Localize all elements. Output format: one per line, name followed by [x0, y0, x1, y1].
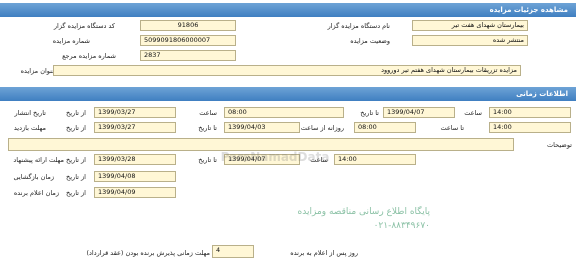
auction-number-label: شماره مزایده	[52, 37, 90, 45]
winner-date-field: 1399/04/09	[94, 187, 176, 198]
offer-from-label: از تاریخ	[66, 156, 86, 164]
offer-to-time-field: 14:00	[334, 154, 416, 165]
opening-date-label: از تاریخ	[66, 173, 86, 181]
visit-until-time-field: 14:00	[489, 122, 571, 133]
visit-to-date-field: 1399/04/03	[224, 122, 300, 133]
watermark-line1: پایگاه اطلاع رسانی مناقصه ومزایده	[297, 207, 430, 217]
notes-label: توضیحات	[547, 141, 572, 149]
publish-to-time-label: ساعت	[464, 109, 482, 117]
reference-number-label: شماره مزایده مرجع	[62, 52, 116, 60]
offer-deadline-label: مهلت ارائه پیشنهاد	[13, 156, 64, 164]
publish-to-time-field: 14:00	[489, 107, 571, 118]
publish-time-label: ساعت	[199, 109, 217, 117]
visit-to-label: تا تاریخ	[198, 124, 217, 132]
subject-label: عنوان مزایده	[20, 67, 56, 75]
visit-label: مهلت بازدید	[13, 124, 46, 132]
status-label: وضعیت مزایده	[350, 37, 390, 45]
publish-from-date-field: 1399/03/27	[94, 107, 176, 118]
device-code-field: 91806	[140, 20, 236, 31]
visit-from-date-field: 1399/03/27	[94, 122, 176, 133]
offer-time-label: ساعت	[310, 156, 328, 164]
watermark-line2: ۰۲۱-۸۸۳۴۹۶۷۰	[373, 221, 430, 231]
opening-date-field: 1399/04/08	[94, 171, 176, 182]
watermark-tagline: پایگاه اطلاع رسانی مناقصه ومزایده ۰۲۱-۸۸…	[170, 205, 430, 233]
device-name-label: نام دستگاه مزایده گزار	[327, 22, 390, 30]
acceptance-days-field: 4	[212, 245, 254, 258]
publish-to-label: تا تاریخ	[360, 109, 379, 117]
visit-until-label: تا ساعت	[440, 124, 464, 132]
visit-daily-time-field: 08:00	[354, 122, 416, 133]
visit-daily-label: روزانه از ساعت	[300, 124, 344, 132]
status-field: منتشر شده	[412, 35, 528, 46]
details-section-title: مشاهده جزئیات مزایده	[489, 6, 568, 14]
device-name-field: بیمارستان شهدای هفت تیر	[412, 20, 528, 31]
details-section-header: مشاهده جزئیات مزایده	[0, 3, 576, 17]
offer-from-date-field: 1399/03/28	[94, 154, 176, 165]
winner-label: زمان اعلام برنده	[13, 189, 59, 197]
timing-section-header: اطلاعات زمانی	[0, 87, 576, 101]
device-code-label: کد دستگاه مزایده گزار	[53, 22, 115, 30]
publish-from-label: از تاریخ	[66, 109, 86, 117]
acceptance-label: مهلت زمانی پذیرش برنده بودن (عقد قرارداد…	[86, 249, 210, 257]
publish-from-time-field: 08:00	[224, 107, 344, 118]
subject-field: مزایده تزریقات بیمارستان شهدای هفتم تیر …	[53, 65, 521, 76]
offer-to-date-field: 1399/04/07	[224, 154, 300, 165]
auction-number-field: 5099091806000007	[140, 35, 236, 46]
visit-from-label: از تاریخ	[66, 124, 86, 132]
acceptance-suffix-label: روز پس از اعلام به برنده	[290, 249, 358, 257]
notes-field	[8, 138, 514, 151]
winner-date-label: از تاریخ	[66, 189, 86, 197]
publish-date-label: تاریخ انتشار	[14, 109, 47, 117]
publish-to-date-field: 1399/04/07	[383, 107, 455, 118]
timing-section-title: اطلاعات زمانی	[516, 90, 568, 98]
opening-label: زمان بازگشایی	[13, 173, 54, 181]
offer-to-label: تا تاریخ	[198, 156, 217, 164]
reference-number-field: 2837	[140, 50, 236, 61]
